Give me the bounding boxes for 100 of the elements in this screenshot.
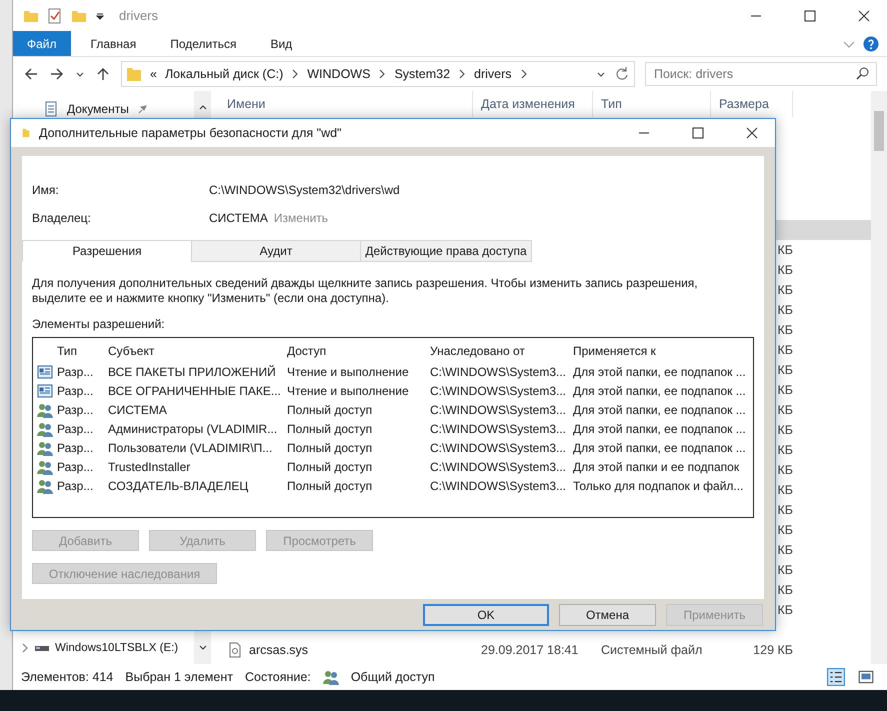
nav-item[interactable]: Документы [13,99,147,119]
file-size: КБ [778,523,793,537]
chevron-right-icon[interactable] [458,69,466,79]
file-size: КБ [778,583,793,597]
file-type: Системный файл [601,643,702,657]
search-field[interactable]: Поиск: drivers [645,62,877,86]
permission-row[interactable]: Разр... Пользователи (VLADIMIR\П... Полный доступ C:\WINDOWS\System3... Для этой папки, ее подпапок ... [33,438,753,457]
breadcrumb-item[interactable]: WINDOWS [307,67,370,81]
entry-access: Полный доступ [287,402,374,416]
permission-row[interactable]: Разр... TrustedInstaller Полный доступ C:\WINDOWS\System3... Для этой папки и ее подпапок [33,457,753,476]
address-bar[interactable]: « Локальный диск (C:) WINDOWS System32 drivers [121,61,635,87]
pin-icon[interactable] [136,104,147,114]
back-arrow-icon[interactable] [23,66,39,82]
users-icon [37,402,53,418]
column-header[interactable]: Тип [593,91,711,117]
tab[interactable]: Разрешения [22,240,192,262]
ribbon-tab[interactable]: Главная [76,31,150,56]
entry-inherited: C:\WINDOWS\System3... [430,478,568,492]
app-package-icon [37,382,53,398]
entry-inherited: C:\WINDOWS\System3... [430,460,568,474]
entry-applies: Для этой папки, ее подпапок ... [573,422,747,436]
scrollbar[interactable] [871,91,887,664]
users-icon [37,440,53,456]
chevron-right-icon[interactable] [21,643,29,653]
column-header[interactable]: Имени [211,91,473,117]
system-file-icon [227,642,243,658]
entry-access: Полный доступ [287,460,374,474]
entry-subject: Администраторы (VLADIMIR... [108,422,278,436]
breadcrumb-item[interactable]: System32 [394,67,450,81]
file-date: 29.09.2017 18:41 [481,643,578,657]
description-text: Для получения дополнительных сведений дважды щелкните запись разрешения. Чтобы изменить запись разрешения, выделите ее и нажмите кнопку "Изменить" (если она доступна). [32,276,699,306]
column-header[interactable]: Применяется к [573,344,751,358]
dialog-button[interactable]: OK [423,604,549,626]
dropdown-icon[interactable] [95,10,105,20]
permission-row[interactable]: Разр... Администраторы (VLADIMIR... Полный доступ C:\WINDOWS\System3... Для этой папки, ее подпапок ... [33,419,753,438]
details-view-icon[interactable] [827,668,845,686]
entry-access: Полный доступ [287,478,374,492]
column-header[interactable]: Унаследовано от [430,344,573,358]
entry-type: Разр... [57,478,94,492]
field-label: Имя: [32,183,60,197]
entry-inherited: C:\WINDOWS\System3... [430,422,568,436]
entry-type: Разр... [57,440,94,454]
users-icon [37,458,53,474]
permission-row[interactable]: Разр... ВСЕ ОГРАНИЧЕННЫЕ ПАКЕ... Чтение и выполнение C:\WINDOWS\System3... Для этой папки, ее подпапок ... [33,381,753,400]
search-icon[interactable] [855,66,871,82]
chevron-right-icon[interactable] [291,69,300,79]
entry-subject: TrustedInstaller [108,460,192,474]
permission-row[interactable]: Разр... СИСТЕМА Полный доступ C:\WINDOWS\System3... Для этой папки, ее подпапок ... [33,400,753,419]
breadcrumb-item[interactable]: Локальный диск (C:) [164,67,284,81]
drive-icon [35,646,49,650]
entry-applies: Только для подпапок и файл... [573,478,744,492]
column-header[interactable]: Доступ [287,344,430,358]
help-icon[interactable] [863,36,879,52]
folder-icon [21,128,31,138]
forward-arrow-icon[interactable] [49,66,65,82]
file-size: 129 КБ [753,643,793,657]
entry-access: Полный доступ [287,422,374,436]
selection-count: Выбран 1 элемент [125,670,233,684]
file-row[interactable]: arcsas.sys 29.09.2017 18:41 Системный файл 129 КБ [211,640,871,660]
ribbon-tab[interactable]: Поделиться [156,31,250,56]
entry-applies: Для этой папки, ее подпапок ... [573,384,747,398]
users-icon [322,669,339,685]
entry-access: Чтение и выполнение [287,384,410,398]
entry-type: Разр... [57,402,94,416]
field-value: СИСТЕМА [209,211,268,225]
entry-type: Разр... [57,384,94,398]
permission-row[interactable]: Разр... ВСЕ ПАКЕТЫ ПРИЛОЖЕНИЙ Чтение и выполнение C:\WINDOWS\System3... Для этой папки, ее подпапок ... [33,362,753,381]
breadcrumb-item[interactable]: drivers [474,67,512,81]
column-header[interactable]: Размера [711,91,793,117]
properties-icon[interactable] [47,8,63,24]
nav-item[interactable]: Windows10LTSBLX (E:) [13,638,178,658]
tab[interactable]: Действующие права доступа [360,240,532,262]
entry-subject: СИСТЕМА [108,402,168,416]
ribbon-tab[interactable]: Вид [256,31,306,56]
entry-inherited: C:\WINDOWS\System3... [430,402,568,416]
entry-applies: Для этой папки и ее подпапок [573,460,740,474]
window-title: drivers [119,8,158,23]
large-icons-view-icon[interactable] [857,668,875,686]
up-arrow-icon[interactable] [95,66,111,82]
refresh-icon[interactable] [614,66,630,82]
chevron-right-icon[interactable] [520,69,528,79]
tab[interactable]: Аудит [191,240,361,262]
column-header[interactable]: Субъект [108,344,287,358]
dialog-button[interactable]: Отмена [559,604,656,626]
entry-access: Полный доступ [287,440,374,454]
dialog-title: Дополнительные параметры безопасности для "wd" [39,126,342,140]
entry-applies: Для этой папки, ее подпапок ... [573,364,747,378]
permission-row[interactable]: Разр... СОЗДАТЕЛЬ-ВЛАДЕЛЕЦ Полный доступ C:\WINDOWS\System3... Только для подпапок и файл... [33,476,753,495]
column-header[interactable]: Дата изменения [473,91,593,117]
chevron-right-icon[interactable] [378,69,386,79]
item-count: Элементов: 414 [21,670,114,684]
column-header[interactable]: Тип [57,344,108,358]
ribbon-tab[interactable]: Файл [13,31,71,56]
field-label: Владелец: [32,211,92,225]
document-icon [43,101,59,117]
entry-type: Разр... [57,422,94,436]
permission-list[interactable] [32,337,754,518]
entry-inherited: C:\WINDOWS\System3... [430,384,568,398]
entry-subject: СОЗДАТЕЛЬ-ВЛАДЕЛЕЦ [108,478,250,492]
users-icon [37,420,53,436]
